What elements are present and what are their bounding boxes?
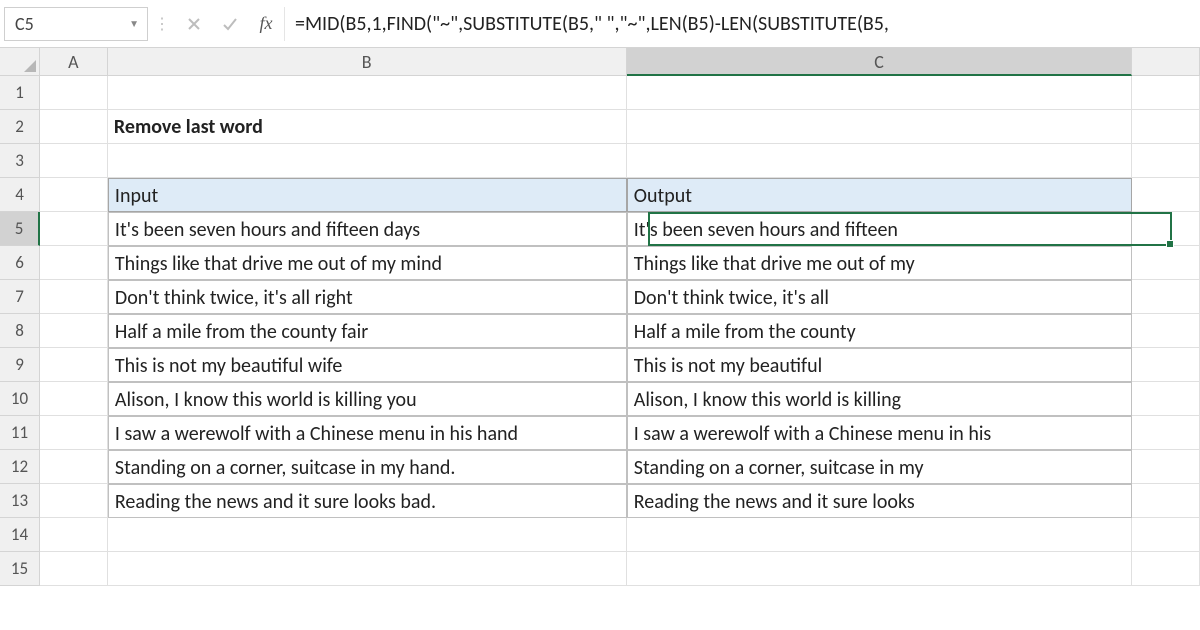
cell[interactable] — [40, 76, 108, 110]
col-header-d[interactable] — [1132, 48, 1200, 76]
cell[interactable] — [627, 552, 1132, 586]
table-header-output[interactable]: Output — [627, 178, 1132, 212]
select-all-corner[interactable] — [0, 48, 40, 76]
row-header[interactable]: 9 — [0, 348, 40, 382]
cell[interactable] — [40, 416, 108, 450]
row-headers: 1 2 3 4 5 6 7 8 9 10 11 12 13 14 15 — [0, 76, 40, 586]
col-header-b[interactable]: B — [108, 48, 627, 76]
cell[interactable] — [1132, 348, 1200, 382]
cell[interactable] — [1132, 76, 1200, 110]
spreadsheet-grid: A B C 1 2 3 4 5 6 7 8 9 10 11 12 13 14 1… — [0, 48, 1200, 630]
row-header[interactable]: 14 — [0, 518, 40, 552]
cell[interactable] — [1132, 416, 1200, 450]
cell[interactable] — [1132, 178, 1200, 212]
page-title[interactable]: Remove last word — [108, 110, 627, 144]
cell[interactable]: I saw a werewolf with a Chinese menu in … — [108, 416, 627, 450]
name-box-value: C5 — [15, 13, 34, 35]
cell[interactable] — [108, 76, 627, 110]
cell[interactable] — [1132, 110, 1200, 144]
cell[interactable] — [1132, 450, 1200, 484]
cell[interactable] — [40, 518, 108, 552]
cell[interactable]: Standing on a corner, suitcase in my — [627, 450, 1132, 484]
row-header[interactable]: 1 — [0, 76, 40, 110]
cancel-icon[interactable] — [176, 7, 212, 41]
cell[interactable]: Half a mile from the county fair — [108, 314, 627, 348]
cell[interactable] — [40, 212, 108, 246]
cell[interactable] — [1132, 212, 1200, 246]
divider: ⋮ — [148, 14, 176, 34]
row-header[interactable]: 2 — [0, 110, 40, 144]
cell[interactable]: Reading the news and it sure looks — [627, 484, 1132, 518]
col-header-a[interactable]: A — [40, 48, 108, 76]
cell[interactable] — [40, 110, 108, 144]
cell[interactable]: Don't think twice, it's all right — [108, 280, 627, 314]
cell[interactable]: Standing on a corner, suitcase in my han… — [108, 450, 627, 484]
name-box[interactable]: C5 ▼ — [4, 7, 148, 41]
cell[interactable] — [1132, 144, 1200, 178]
cell[interactable] — [40, 348, 108, 382]
cell[interactable] — [627, 518, 1132, 552]
cell[interactable]: This is not my beautiful — [627, 348, 1132, 382]
cell[interactable] — [1132, 246, 1200, 280]
cell[interactable] — [108, 518, 627, 552]
row-header[interactable]: 15 — [0, 552, 40, 586]
formula-bar: C5 ▼ ⋮ fx =MID(B5,1,FIND("~",SUBSTITUTE(… — [0, 0, 1200, 48]
cell[interactable]: Alison, I know this world is killing you — [108, 382, 627, 416]
formula-input[interactable]: =MID(B5,1,FIND("~",SUBSTITUTE(B5," ","~"… — [284, 7, 1196, 41]
row-header[interactable]: 6 — [0, 246, 40, 280]
cell[interactable] — [627, 110, 1132, 144]
row-header[interactable]: 7 — [0, 280, 40, 314]
cell[interactable] — [40, 314, 108, 348]
cell[interactable]: Alison, I know this world is killing — [627, 382, 1132, 416]
cell[interactable] — [627, 76, 1132, 110]
table-header-input[interactable]: Input — [108, 178, 627, 212]
row-header[interactable]: 10 — [0, 382, 40, 416]
row-header[interactable]: 13 — [0, 484, 40, 518]
cell[interactable] — [40, 484, 108, 518]
cells-area: Remove last word InputOutput It's been s… — [40, 76, 1200, 586]
cell[interactable] — [627, 144, 1132, 178]
cell[interactable] — [1132, 382, 1200, 416]
cell[interactable] — [40, 552, 108, 586]
fx-icon[interactable]: fx — [248, 7, 284, 41]
cell[interactable]: It's been seven hours and fifteen days — [108, 212, 627, 246]
row-header[interactable]: 4 — [0, 178, 40, 212]
cell[interactable] — [40, 450, 108, 484]
col-header-c[interactable]: C — [627, 48, 1133, 76]
cell[interactable] — [1132, 552, 1200, 586]
cell[interactable] — [40, 144, 108, 178]
cell[interactable] — [1132, 484, 1200, 518]
cell[interactable]: I saw a werewolf with a Chinese menu in … — [627, 416, 1132, 450]
cell[interactable] — [108, 552, 627, 586]
cell[interactable] — [40, 382, 108, 416]
row-header[interactable]: 5 — [0, 212, 40, 246]
cell[interactable]: Things like that drive me out of my — [627, 246, 1132, 280]
cell[interactable] — [1132, 518, 1200, 552]
column-headers: A B C — [40, 48, 1200, 76]
row-header[interactable]: 12 — [0, 450, 40, 484]
cell[interactable]: Half a mile from the county — [627, 314, 1132, 348]
cell[interactable] — [1132, 314, 1200, 348]
cell[interactable]: Don't think twice, it's all — [627, 280, 1132, 314]
cell[interactable] — [1132, 280, 1200, 314]
cell[interactable]: It's been seven hours and fifteen — [627, 212, 1132, 246]
row-header[interactable]: 11 — [0, 416, 40, 450]
row-header[interactable]: 3 — [0, 144, 40, 178]
cell[interactable]: Things like that drive me out of my mind — [108, 246, 627, 280]
cell[interactable] — [108, 144, 627, 178]
cell[interactable] — [40, 280, 108, 314]
enter-icon[interactable] — [212, 7, 248, 41]
cell[interactable]: Reading the news and it sure looks bad. — [108, 484, 627, 518]
chevron-down-icon[interactable]: ▼ — [129, 17, 139, 30]
cell[interactable] — [40, 246, 108, 280]
row-header[interactable]: 8 — [0, 314, 40, 348]
cell[interactable] — [40, 178, 108, 212]
cell[interactable]: This is not my beautiful wife — [108, 348, 627, 382]
